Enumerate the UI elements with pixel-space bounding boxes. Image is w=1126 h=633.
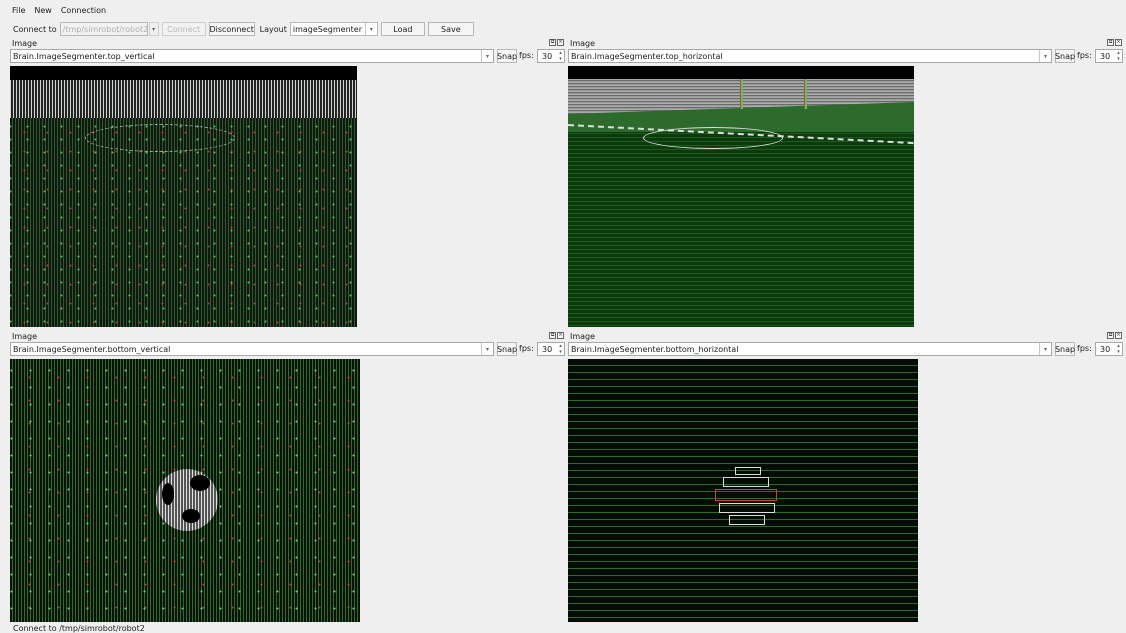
fps-value: 30 bbox=[1100, 344, 1111, 354]
float-icon[interactable]: ⧉ bbox=[549, 332, 556, 339]
camera-image bbox=[10, 359, 360, 622]
toolbar: Connect to /tmp/simrobot/robot2 ▾ Connec… bbox=[0, 21, 1126, 37]
image-view bbox=[568, 66, 1124, 329]
goal-post bbox=[804, 79, 807, 109]
fps-value: 30 bbox=[1100, 51, 1111, 61]
panel-controls: Brain.ImageSegmenter.top_horizontal ▾ Sn… bbox=[568, 49, 1124, 63]
spin-arrows-icon[interactable]: ▴ ▾ bbox=[1115, 343, 1122, 355]
spin-arrows-icon[interactable]: ▴ ▾ bbox=[1115, 50, 1122, 62]
connect-button[interactable]: Connect bbox=[161, 22, 206, 36]
chevron-down-icon: ▾ bbox=[481, 50, 493, 62]
image-view bbox=[568, 359, 1124, 623]
disconnect-button[interactable]: Disconnect bbox=[208, 22, 255, 36]
image-background-band bbox=[10, 80, 357, 118]
image-panel-bottom-horizontal: Image ⧉ × Brain.ImageSegmenter.bottom_ho… bbox=[568, 332, 1124, 624]
fps-spinbox[interactable]: 30 ▴ ▾ bbox=[1095, 49, 1123, 63]
image-panel-top-horizontal: Image ⧉ × Brain.ImageSegmenter.top_horiz… bbox=[568, 39, 1124, 329]
close-icon[interactable]: × bbox=[1115, 39, 1122, 46]
ball bbox=[713, 467, 783, 529]
image-top-border bbox=[10, 66, 357, 80]
view-select-value: Brain.ImageSegmenter.top_vertical bbox=[13, 51, 155, 61]
close-icon[interactable]: × bbox=[557, 39, 564, 46]
connect-to-label: Connect to bbox=[13, 24, 57, 34]
ball-segment bbox=[735, 467, 761, 475]
menu-file[interactable]: File bbox=[12, 6, 25, 15]
layout-combo[interactable]: imageSegmenter ▾ bbox=[289, 22, 378, 36]
fps-spinbox[interactable]: 30 ▴ ▾ bbox=[537, 342, 565, 356]
connect-path-dropdown-icon[interactable]: ▾ bbox=[148, 22, 159, 36]
panel-window-buttons: ⧉ × bbox=[549, 332, 564, 339]
close-icon[interactable]: × bbox=[557, 332, 564, 339]
view-select-value: Brain.ImageSegmenter.top_horizontal bbox=[571, 51, 723, 61]
layout-label: Layout bbox=[259, 24, 287, 34]
spin-arrows-icon[interactable]: ▴ ▾ bbox=[557, 343, 564, 355]
chevron-down-icon: ▾ bbox=[1039, 343, 1051, 355]
fps-label: fps: bbox=[1077, 344, 1092, 353]
image-view bbox=[10, 359, 566, 623]
fps-value: 30 bbox=[542, 51, 553, 61]
view-select[interactable]: Brain.ImageSegmenter.bottom_horizontal ▾ bbox=[568, 342, 1052, 356]
status-bar: Connect to /tmp/simrobot/robot2 bbox=[13, 624, 145, 633]
image-panel-top-vertical: Image ⧉ × Brain.ImageSegmenter.top_verti… bbox=[10, 39, 566, 329]
center-circle bbox=[85, 124, 235, 152]
panel-title: Image bbox=[570, 39, 596, 48]
load-button[interactable]: Load bbox=[380, 22, 425, 36]
ball-spot bbox=[182, 509, 200, 523]
ball-spot bbox=[190, 475, 210, 491]
panel-controls: Brain.ImageSegmenter.bottom_horizontal ▾… bbox=[568, 342, 1124, 356]
fps-label: fps: bbox=[519, 51, 534, 60]
center-circle bbox=[643, 127, 783, 149]
ball-segment bbox=[719, 503, 775, 513]
close-icon[interactable]: × bbox=[1115, 332, 1122, 339]
menu-new[interactable]: New bbox=[34, 6, 51, 15]
snap-button[interactable]: Snap bbox=[497, 342, 517, 356]
view-select[interactable]: Brain.ImageSegmenter.top_vertical ▾ bbox=[10, 49, 494, 63]
float-icon[interactable]: ⧉ bbox=[1107, 39, 1114, 46]
spin-arrows-icon[interactable]: ▴ ▾ bbox=[557, 50, 564, 62]
fps-spinbox[interactable]: 30 ▴ ▾ bbox=[1095, 342, 1123, 356]
panel-title: Image bbox=[570, 332, 596, 341]
ball bbox=[156, 469, 218, 531]
menu-connection[interactable]: Connection bbox=[61, 6, 106, 15]
snap-button[interactable]: Snap bbox=[1055, 49, 1075, 63]
panel-controls: Brain.ImageSegmenter.bottom_vertical ▾ S… bbox=[10, 342, 566, 356]
view-select-value: Brain.ImageSegmenter.bottom_vertical bbox=[13, 344, 171, 354]
image-panel-bottom-vertical: Image ⧉ × Brain.ImageSegmenter.bottom_ve… bbox=[10, 332, 566, 624]
image-view bbox=[10, 66, 566, 329]
menu-bar: File New Connection bbox=[0, 0, 1126, 20]
camera-image bbox=[568, 359, 918, 622]
panel-window-buttons: ⧉ × bbox=[549, 39, 564, 46]
view-select-value: Brain.ImageSegmenter.bottom_horizontal bbox=[571, 344, 739, 354]
view-select[interactable]: Brain.ImageSegmenter.bottom_vertical ▾ bbox=[10, 342, 494, 356]
panel-window-buttons: ⧉ × bbox=[1107, 39, 1122, 46]
panel-title: Image bbox=[12, 39, 38, 48]
chevron-down-icon: ▾ bbox=[481, 343, 493, 355]
float-icon[interactable]: ⧉ bbox=[1107, 332, 1114, 339]
ball-segment bbox=[715, 489, 777, 501]
panel-window-buttons: ⧉ × bbox=[1107, 332, 1122, 339]
ball-segment bbox=[723, 477, 769, 487]
fps-label: fps: bbox=[519, 344, 534, 353]
ball-segment bbox=[729, 515, 765, 525]
image-top-border bbox=[568, 66, 914, 79]
fps-value: 30 bbox=[542, 344, 553, 354]
camera-image bbox=[568, 66, 914, 327]
save-button[interactable]: Save bbox=[427, 22, 474, 36]
connect-path-value: /tmp/simrobot/robot2 bbox=[62, 24, 149, 34]
ball-spot bbox=[162, 483, 174, 505]
layout-dropdown-icon: ▾ bbox=[364, 23, 377, 35]
panel-title: Image bbox=[12, 332, 38, 341]
layout-value: imageSegmenter bbox=[292, 24, 362, 34]
snap-button[interactable]: Snap bbox=[497, 49, 517, 63]
panel-controls: Brain.ImageSegmenter.top_vertical ▾ Snap… bbox=[10, 49, 566, 63]
connect-path-combo[interactable]: /tmp/simrobot/robot2 bbox=[59, 22, 149, 36]
float-icon[interactable]: ⧉ bbox=[549, 39, 556, 46]
camera-image bbox=[10, 66, 357, 327]
chevron-down-icon: ▾ bbox=[1039, 50, 1051, 62]
fps-spinbox[interactable]: 30 ▴ ▾ bbox=[537, 49, 565, 63]
fps-label: fps: bbox=[1077, 51, 1092, 60]
snap-button[interactable]: Snap bbox=[1055, 342, 1075, 356]
goal-post bbox=[740, 79, 743, 109]
view-select[interactable]: Brain.ImageSegmenter.top_horizontal ▾ bbox=[568, 49, 1052, 63]
